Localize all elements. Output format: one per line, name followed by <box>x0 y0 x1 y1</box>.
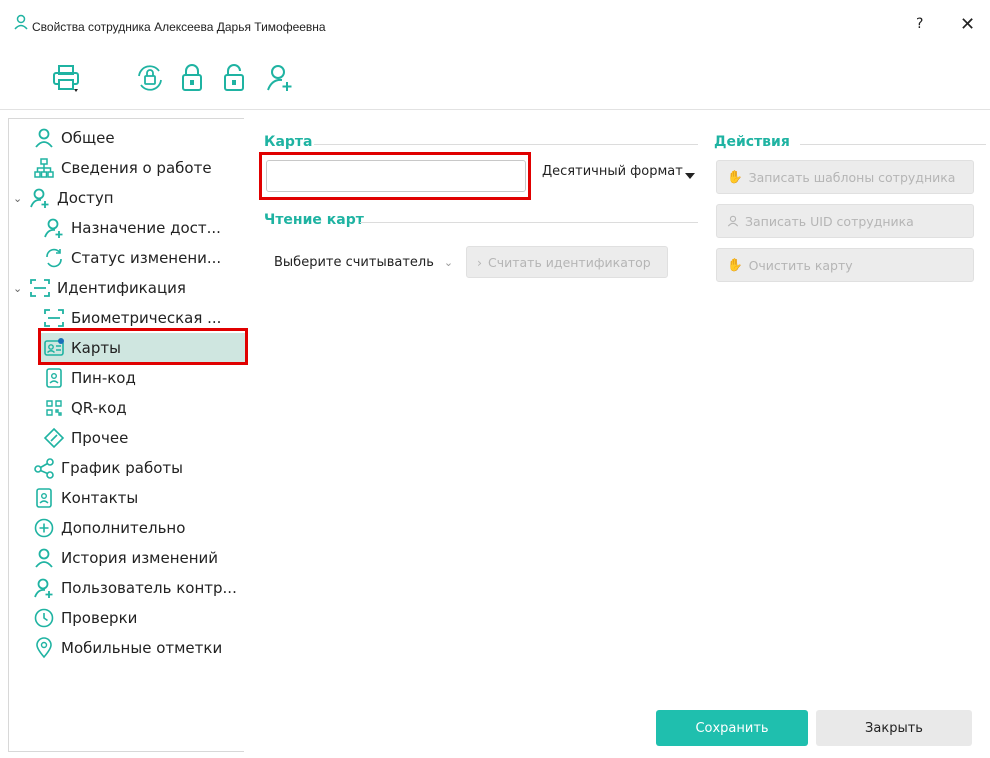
divider <box>360 222 698 223</box>
main-panel: Карта Десятичный формат Чтение карт Выбе… <box>244 118 990 694</box>
sidebar-item-contacts[interactable]: Контакты <box>17 483 138 513</box>
sidebar-item-additional[interactable]: Дополнительно <box>17 513 185 543</box>
user-icon <box>727 215 739 227</box>
sidebar: Общее Сведения о работе ⌄ Доступ Назначе… <box>8 118 245 752</box>
clear-card-button[interactable]: ✋ Очистить карту <box>716 248 974 282</box>
sidebar-item-label: История изменений <box>61 549 219 567</box>
section-title-actions: Действия <box>714 134 790 150</box>
sidebar-item-pin-code[interactable]: Пин-код <box>43 363 136 393</box>
sidebar-item-checks[interactable]: Проверки <box>17 603 137 633</box>
sidebar-item-history[interactable]: История изменений <box>17 543 218 573</box>
plus-circle-icon <box>34 518 54 538</box>
sidebar-item-access[interactable]: ⌄ Доступ <box>13 183 114 213</box>
close-button[interactable]: Закрыть <box>816 710 972 746</box>
format-dropdown[interactable]: Десятичный формат <box>542 164 695 179</box>
sidebar-item-change-status[interactable]: Статус изменени... <box>43 243 221 273</box>
toolbar <box>0 46 990 110</box>
user-icon <box>35 128 53 148</box>
write-templates-button[interactable]: ✋ Записать шаблоны сотрудника <box>716 160 974 194</box>
chevron-down-icon[interactable]: ⌄ <box>13 282 25 295</box>
write-uid-label: Записать UID сотрудника <box>745 213 914 229</box>
add-user-icon <box>34 578 53 598</box>
sidebar-item-label: Статус изменени... <box>71 249 222 267</box>
qr-code-icon <box>46 400 62 416</box>
clock-icon <box>34 608 54 628</box>
window-title: Свойства сотрудника Алексеева Дарья Тимо… <box>32 20 326 34</box>
sidebar-item-general[interactable]: Общее <box>17 123 115 153</box>
sidebar-item-schedule[interactable]: График работы <box>17 453 183 483</box>
user-icon <box>14 14 28 30</box>
sync-lock-icon[interactable] <box>134 62 166 94</box>
access-assign-icon <box>44 218 63 238</box>
card-input-highlight <box>259 152 531 200</box>
scan-icon <box>30 279 50 297</box>
sidebar-item-label: Пин-код <box>71 369 136 387</box>
hand-icon: ✋ <box>727 169 743 184</box>
divider <box>314 144 698 145</box>
write-uid-button[interactable]: Записать UID сотрудника <box>716 204 974 238</box>
sidebar-item-qr-code[interactable]: QR-код <box>43 393 127 423</box>
sidebar-item-label: Биометрическая ... <box>71 309 222 327</box>
sidebar-item-identification[interactable]: ⌄ Идентификация <box>13 273 186 303</box>
refresh-icon <box>46 248 62 268</box>
read-identifier-label: Считать идентификатор <box>488 254 651 270</box>
printer-icon[interactable] <box>50 62 82 94</box>
sidebar-item-label: QR-код <box>71 399 127 417</box>
section-title-card: Карта <box>264 134 313 150</box>
org-structure-icon <box>34 158 54 178</box>
add-user-icon[interactable] <box>264 62 296 94</box>
sidebar-item-label: График работы <box>61 459 183 477</box>
sidebar-item-controller-user[interactable]: Пользователь контр... <box>17 573 237 603</box>
sidebar-item-label: Мобильные отметки <box>61 639 223 657</box>
contacts-icon <box>36 488 52 508</box>
sidebar-item-mobile-marks[interactable]: Мобильные отметки <box>17 633 222 663</box>
clear-card-label: Очистить карту <box>748 257 853 273</box>
reader-placeholder: Выберите считыватель <box>274 254 434 270</box>
footer: Сохранить Закрыть <box>244 694 990 758</box>
save-button[interactable]: Сохранить <box>656 710 808 746</box>
sidebar-item-other[interactable]: Прочее <box>43 423 128 453</box>
sidebar-item-label: Идентификация <box>57 279 186 297</box>
divider <box>800 144 986 145</box>
tag-icon <box>43 427 65 449</box>
pin-code-icon <box>46 368 62 388</box>
dropdown-arrow-icon <box>684 173 695 179</box>
read-identifier-button[interactable]: › Считать идентификатор <box>466 246 668 278</box>
selected-item-highlight <box>38 328 248 365</box>
sidebar-item-label: Дополнительно <box>61 519 186 537</box>
location-pin-icon <box>36 637 52 659</box>
reader-select[interactable]: Выберите считыватель ⌄ <box>264 246 460 278</box>
sidebar-item-label: Проверки <box>61 609 138 627</box>
title-bar: Свойства сотрудника Алексеева Дарья Тимо… <box>0 0 990 46</box>
scan-icon <box>44 309 64 327</box>
access-user-icon <box>30 188 49 208</box>
hand-icon: ✋ <box>727 257 743 272</box>
sidebar-item-label: Прочее <box>71 429 129 447</box>
user-icon <box>35 548 53 568</box>
help-button[interactable]: ? <box>916 16 923 32</box>
section-title-reading: Чтение карт <box>264 212 364 228</box>
sidebar-item-label: Общее <box>61 129 115 147</box>
write-templates-label: Записать шаблоны сотрудника <box>748 169 956 185</box>
sidebar-item-label: Назначение дост... <box>71 219 221 237</box>
sidebar-item-label: Сведения о работе <box>61 159 212 177</box>
chevron-right-icon: › <box>477 254 482 270</box>
sidebar-item-label: Доступ <box>57 189 114 207</box>
lock-icon[interactable] <box>176 62 208 94</box>
sidebar-item-access-assign[interactable]: Назначение дост... <box>43 213 221 243</box>
unlock-icon[interactable] <box>218 62 250 94</box>
sidebar-item-label: Контакты <box>61 489 139 507</box>
chevron-down-icon: ⌄ <box>443 255 454 269</box>
sidebar-item-work-info[interactable]: Сведения о работе <box>17 153 212 183</box>
share-icon <box>34 458 54 479</box>
sidebar-item-label: Пользователь контр... <box>61 579 237 597</box>
format-label: Десятичный формат <box>542 164 683 179</box>
chevron-down-icon[interactable]: ⌄ <box>13 192 25 205</box>
close-window-button[interactable]: ✕ <box>960 14 975 35</box>
